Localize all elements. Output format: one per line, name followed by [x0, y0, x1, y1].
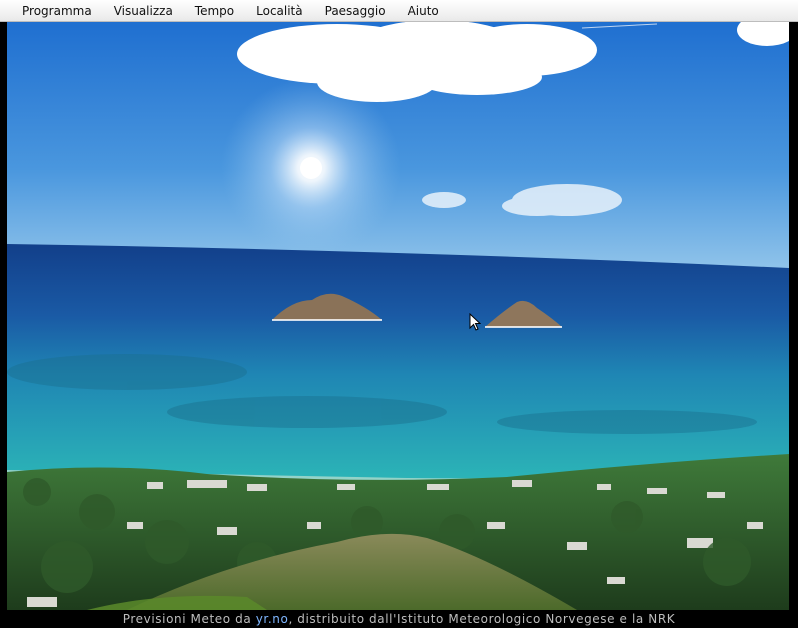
menu-paesaggio[interactable]: Paesaggio	[314, 0, 397, 22]
landscape-image	[7, 22, 789, 610]
menu-visualizza[interactable]: Visualizza	[103, 0, 184, 22]
footer-prefix: Previsioni Meteo da	[122, 612, 252, 626]
yr-link[interactable]: yr.no	[256, 612, 289, 626]
menu-bar: Programma Visualizza Tempo Località Paes…	[0, 0, 798, 22]
footer-suffix: , distribuito dall'Istituto Meteorologic…	[288, 612, 676, 626]
mouse-cursor-icon	[469, 313, 481, 331]
menu-localita[interactable]: Località	[245, 0, 314, 22]
menu-aiuto[interactable]: Aiuto	[397, 0, 450, 22]
menu-tempo[interactable]: Tempo	[184, 0, 245, 22]
attribution-footer: Previsioni Meteo da yr.no, distribuito d…	[0, 610, 798, 628]
menu-programma[interactable]: Programma	[11, 0, 103, 22]
landscape-view[interactable]	[7, 22, 789, 610]
sun-icon	[300, 157, 322, 179]
